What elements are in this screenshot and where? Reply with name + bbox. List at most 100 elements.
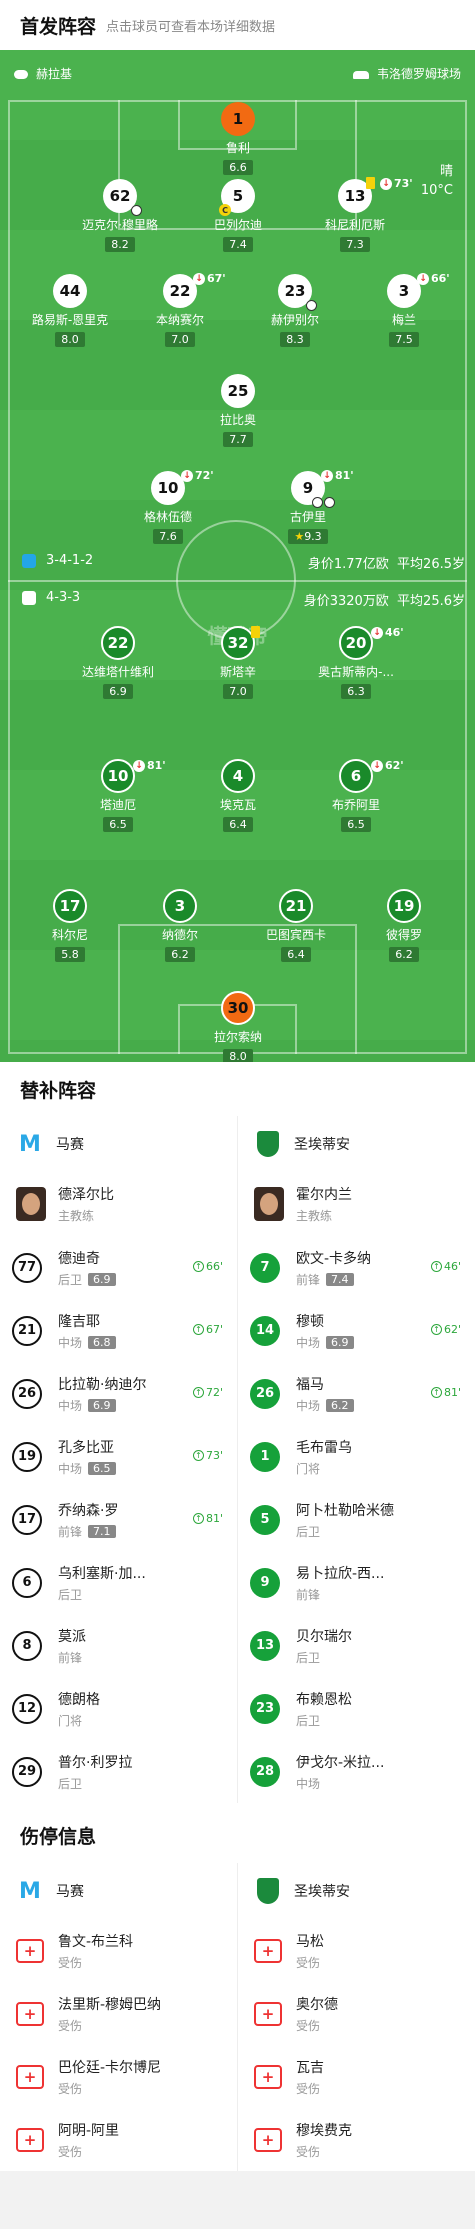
sub-player-rating: 7.4 — [326, 1272, 354, 1286]
away-coach[interactable]: 霍尔内兰 主教练 — [238, 1172, 475, 1236]
player-rating: 8.3 — [280, 332, 310, 347]
player-home_players-23[interactable]: 23 赫伊别尔 8.3 — [245, 274, 345, 347]
injury-row[interactable]: + 鲁文-布兰科 受伤 — [0, 1919, 237, 1982]
sub-player-row[interactable]: 29 普尔·利罗拉 后卫 — [0, 1740, 237, 1803]
sub-player-row[interactable]: 17 乔纳森·罗 前锋 7.1 ↑ 81' — [0, 1488, 237, 1551]
injured-player-name: 瓦吉 — [296, 2059, 324, 2076]
player-home_players-3[interactable]: 3 ↓ 66' 梅兰 7.5 — [354, 272, 454, 347]
player-home_players-10[interactable]: 10 ↓ 72' 格林伍德 7.6 — [118, 469, 218, 544]
home-coach-role: 主教练 — [58, 1209, 95, 1223]
injury-row[interactable]: + 阿明-阿里 受伤 — [0, 2108, 237, 2171]
jersey-number-text: 10 — [157, 479, 179, 497]
sub-player-row[interactable]: 1 毛布雷乌 门将 — [238, 1425, 475, 1488]
jersey-number-text: 25 — [227, 382, 249, 400]
sub-player-position: 后卫 — [58, 1587, 83, 1602]
player-home_players-9[interactable]: 9 ↓ 81' 古伊里 ★9.3 — [258, 469, 358, 544]
jersey-number: 1 — [250, 1441, 280, 1472]
sub-out-arrow-icon: ↓ — [181, 469, 193, 482]
sub-player-row[interactable]: 6 乌利塞斯·加... 后卫 — [0, 1551, 237, 1614]
jersey-number: 6 ↓ 62' — [339, 759, 404, 793]
player-rating: 6.9 — [103, 684, 133, 699]
home-coach[interactable]: 德泽尔比 主教练 — [0, 1172, 237, 1236]
away-formation-row: 4-3-3 身价3320万欧 平均25.6岁 — [22, 590, 465, 609]
jersey-number-text: 1 — [232, 110, 244, 128]
sub-player-row[interactable]: 8 莫派 前锋 — [0, 1614, 237, 1677]
sub-in-marker: ↑ 67' — [192, 1323, 223, 1336]
sub-off-marker: ↓ 72' — [181, 469, 214, 482]
sub-player-row[interactable]: 19 孔多比亚 中场 6.5 ↑ 73' — [0, 1425, 237, 1488]
injury-row[interactable]: + 瓦吉 受伤 — [238, 2045, 475, 2108]
sub-player-row[interactable]: 14 穆顿 中场 6.9 ↑ 62' — [238, 1299, 475, 1362]
injury-row[interactable]: + 马松 受伤 — [238, 1919, 475, 1982]
jersey-number: 4 — [221, 759, 255, 793]
injury-away-column: 圣埃蒂安 + 马松 受伤 + 奥尔德 受伤 + 瓦吉 受伤 + 穆埃费克 受伤 — [237, 1863, 475, 2171]
sub-player-row[interactable]: 77 德迪奇 后卫 6.9 ↑ 66' — [0, 1236, 237, 1299]
player-rating-value: 6.5 — [109, 818, 127, 831]
player-away_players-19[interactable]: 19 彼得罗 6.2 — [354, 889, 454, 962]
pitch: 赫拉基 韦洛德罗姆球场 晴 10°C 懂球帝 3-4-1-2 身价1.77亿欧 … — [0, 50, 475, 1062]
player-rating: 7.6 — [153, 529, 183, 544]
player-home_players-44[interactable]: 44 路易斯-恩里克 8.0 — [20, 274, 120, 347]
sub-player-position: 门将 — [296, 1461, 321, 1476]
sub-off-minute: 81' — [335, 469, 354, 482]
sub-player-row[interactable]: 12 德朗格 门将 — [0, 1677, 237, 1740]
player-away_players-20[interactable]: 20 ↓ 46' 奥古斯蒂内-... 6.3 — [306, 626, 406, 699]
sub-off-marker: ↓ 46' — [371, 626, 404, 639]
sub-in-minute: 81' — [205, 1512, 223, 1525]
sub-player-row[interactable]: 23 布赖恩松 后卫 — [238, 1677, 475, 1740]
sub-in-marker: ↑ 73' — [192, 1449, 223, 1462]
first-aid-icon: + — [16, 2127, 44, 2152]
player-away_players-10[interactable]: 10 ↓ 81' 塔迪厄 6.5 — [68, 759, 168, 832]
player-rating: 7.5 — [389, 332, 419, 347]
jersey-number-text: 20 — [345, 634, 367, 652]
player-rating-value: 6.4 — [287, 948, 305, 961]
player-away_players-4[interactable]: 4 埃克瓦 6.4 — [188, 759, 288, 832]
player-rating-value: 8.0 — [229, 1050, 247, 1062]
player-home_players-25[interactable]: 25 拉比奥 7.7 — [188, 374, 288, 447]
injury-row[interactable]: + 穆埃费克 受伤 — [238, 2108, 475, 2171]
player-away_players-30[interactable]: 30 拉尔索纳 8.0 — [188, 991, 288, 1062]
injury-row[interactable]: + 奥尔德 受伤 — [238, 1982, 475, 2045]
player-name: 格林伍德 — [143, 510, 192, 524]
sub-player-row[interactable]: 21 隆吉耶 中场 6.8 ↑ 67' — [0, 1299, 237, 1362]
player-away_players-22[interactable]: 22 达维塔什维利 6.9 — [68, 626, 168, 699]
player-rating-value: 7.0 — [229, 685, 247, 698]
whistle-icon — [14, 70, 28, 79]
sub-player-row[interactable]: 7 欧文-卡多纳 前锋 7.4 ↑ 46' — [238, 1236, 475, 1299]
injury-row[interactable]: + 巴伦廷-卡尔博尼 受伤 — [0, 2045, 237, 2108]
player-away_players-6[interactable]: 6 ↓ 62' 布乔阿里 6.5 — [306, 759, 406, 832]
player-away_players-32[interactable]: 32 斯塔辛 7.0 — [188, 626, 288, 699]
sub-player-row[interactable]: 13 贝尔瑞尔 后卫 — [238, 1614, 475, 1677]
injury-row[interactable]: + 法里斯-穆姆巴纳 受伤 — [0, 1982, 237, 2045]
sub-in-arrow-icon: ↑ — [192, 1513, 204, 1524]
jersey-number-text: 1 — [260, 1449, 270, 1464]
sub-player-row[interactable]: 26 福马 中场 6.2 ↑ 81' — [238, 1362, 475, 1425]
jersey-number: 8 — [12, 1630, 42, 1661]
player-home_players-5[interactable]: 5 C 巴列尔迪 7.4 — [188, 179, 288, 252]
player-rating-value: 7.6 — [159, 530, 177, 543]
marseille-logo-icon: M — [19, 1878, 41, 1904]
sub-in-minute: 81' — [443, 1386, 461, 1399]
sub-player-position: 前锋 — [58, 1524, 83, 1539]
player-away_players-21[interactable]: 21 巴图宾西卡 6.4 — [246, 889, 346, 962]
player-away_players-17[interactable]: 17 科尔尼 5.8 — [20, 889, 120, 962]
first-aid-icon: + — [16, 2001, 44, 2026]
home-team-label: 赫拉基 — [14, 65, 72, 82]
jersey-number-text: 22 — [107, 634, 129, 652]
player-away_players-3[interactable]: 3 纳德尔 6.2 — [130, 889, 230, 962]
player-home_players-62[interactable]: 62 迈克尔·穆里略 8.2 — [70, 179, 170, 252]
sub-player-name: 乌利塞斯·加... — [58, 1565, 146, 1582]
player-rating: 6.6 — [223, 160, 253, 175]
sub-player-row[interactable]: 9 易卜拉欣-西... 前锋 — [238, 1551, 475, 1614]
player-rating: 6.3 — [341, 684, 371, 699]
sub-player-row[interactable]: 26 比拉勒·纳迪尔 中场 6.9 ↑ 72' — [0, 1362, 237, 1425]
jersey-number-text: 3 — [174, 897, 186, 915]
sub-player-row[interactable]: 5 阿卜杜勒哈米德 后卫 — [238, 1488, 475, 1551]
player-home_players-13[interactable]: 13 ↓ 73' 科尼利厄斯 7.3 — [305, 177, 413, 252]
player-home_players-1[interactable]: 1 鲁利 6.6 — [188, 102, 288, 175]
sub-player-position: 中场 — [58, 1335, 83, 1350]
goal-ball-icon — [306, 300, 317, 311]
player-home_players-22[interactable]: 22 ↓ 67' 本纳赛尔 7.0 — [130, 272, 230, 347]
sub-player-row[interactable]: 28 伊戈尔-米拉... 中场 — [238, 1740, 475, 1803]
goal-ball-icon — [324, 497, 335, 508]
